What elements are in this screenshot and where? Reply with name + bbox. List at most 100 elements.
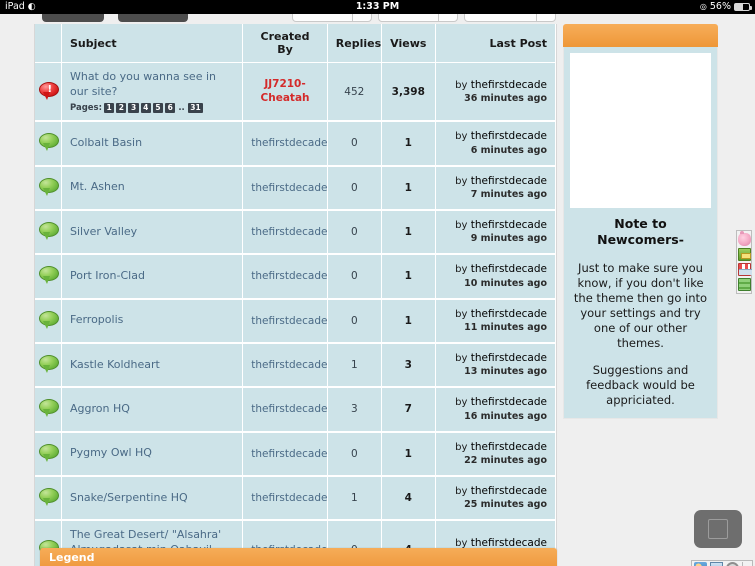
page-number-button[interactable]: 1 <box>104 102 115 114</box>
author-link[interactable]: JJ7210-Cheatah <box>251 78 319 105</box>
cash-stack-icon[interactable] <box>737 278 751 291</box>
green-topic-bubble-icon <box>39 399 59 418</box>
money-card-icon[interactable] <box>737 248 751 261</box>
last-post-author-link[interactable]: thefirstdecade <box>471 263 547 275</box>
topic-title-link[interactable]: Mt. Ashen <box>70 180 234 195</box>
last-post-timestamp: 10 minutes ago <box>464 277 547 289</box>
row-views-cell: 3,398 <box>381 62 436 123</box>
topic-title-link[interactable]: Kastle Koldheart <box>70 358 234 373</box>
row-status-cell: ! <box>35 62 62 123</box>
last-post-author-link[interactable]: thefirstdecade <box>471 352 547 364</box>
last-post-author-link[interactable]: thefirstdecade <box>471 308 547 320</box>
topic-title-link[interactable]: Colbalt Basin <box>70 136 234 151</box>
table-row[interactable]: Colbalt Basin thefirstdecade 0 1 by thefirst… <box>35 121 557 167</box>
screen-share-icon[interactable] <box>710 562 723 566</box>
author-link[interactable]: thefirstdecade <box>251 226 327 238</box>
author-link[interactable]: thefirstdecade <box>251 448 327 460</box>
piggy-bank-icon[interactable] <box>737 231 751 246</box>
page-number-button[interactable]: 5 <box>152 102 164 114</box>
table-row[interactable]: Pygmy Owl HQ thefirstdecade 0 1 by thefirstd… <box>35 431 557 477</box>
topic-rows: ! What do you wanna see in our site? Pages… <box>35 62 557 566</box>
row-status-cell <box>35 298 62 344</box>
last-post-author-link[interactable]: thefirstdecade <box>471 130 547 142</box>
page-number-button[interactable]: 3 <box>128 102 139 114</box>
column-header-replies[interactable]: Replies <box>327 24 382 63</box>
page-number-button[interactable]: 4 <box>140 102 151 114</box>
author-link[interactable]: thefirstdecade <box>251 182 327 194</box>
gear-icon[interactable] <box>726 562 739 566</box>
table-row[interactable]: Ferropolis thefirstdecade 0 1 by thefirstdec… <box>35 298 557 344</box>
page-number-button[interactable]: 2 <box>116 102 127 114</box>
table-row[interactable]: Silver Valley thefirstdecade 0 1 by thefirst… <box>35 209 557 256</box>
cropped-dropdown-1[interactable] <box>292 14 372 22</box>
row-replies-cell: 0 <box>327 165 382 211</box>
green-topic-bubble-icon <box>39 310 59 329</box>
last-post-author-link[interactable]: thefirstdecade <box>471 79 547 91</box>
column-header-views[interactable]: Views <box>381 24 436 63</box>
row-replies-cell: 3 <box>327 387 382 433</box>
column-header-subject[interactable]: Subject <box>61 24 244 63</box>
page-number-button[interactable]: 6 <box>165 102 176 114</box>
row-views-cell: 4 <box>381 475 436 522</box>
table-row[interactable]: Mt. Ashen thefirstdecade 0 1 by thefirstdeca… <box>35 165 557 211</box>
topic-pagination: Pages: 1 2 3 4 5 6.. 31 <box>70 102 234 114</box>
table-row[interactable]: Snake/Serpentine HQ thefirstdecade 1 4 by th… <box>35 475 557 522</box>
cropped-dark-button-2[interactable] <box>118 14 188 22</box>
last-post-by-prefix: by <box>455 175 468 187</box>
row-status-cell <box>35 431 62 477</box>
shop-front-icon[interactable] <box>737 263 752 276</box>
row-views-cell: 1 <box>381 431 436 477</box>
legend-bar[interactable]: Legend <box>40 548 557 566</box>
browser-viewport: Subject Created By Replies Views Last Po… <box>0 14 755 566</box>
stop-recording-button[interactable] <box>694 510 742 548</box>
author-link[interactable]: thefirstdecade <box>251 137 327 149</box>
row-status-cell <box>35 165 62 211</box>
topic-title-link[interactable]: What do you wanna see in our site? <box>70 70 234 100</box>
row-created-by-cell: thefirstdecade <box>242 298 328 344</box>
column-header-last-post[interactable]: Last Post <box>435 24 557 63</box>
author-link[interactable]: thefirstdecade <box>251 270 327 282</box>
table-row[interactable]: Port Iron-Clad thefirstdecade 0 1 by thefirs… <box>35 254 557 300</box>
battery-percent: 56% <box>709 1 731 12</box>
cropped-dropdown-2[interactable] <box>378 14 458 22</box>
topic-title-link[interactable]: Aggron HQ <box>70 402 234 417</box>
green-topic-bubble-icon <box>39 133 59 152</box>
last-post-author-link[interactable]: thefirstdecade <box>471 175 547 187</box>
author-link[interactable]: thefirstdecade <box>251 492 327 504</box>
last-post-author-link[interactable]: thefirstdecade <box>471 485 547 497</box>
table-row[interactable]: Kastle Koldheart thefirstdecade 1 3 by thefi… <box>35 342 557 389</box>
row-last-post-cell: by thefirstdecade 10 minutes ago <box>435 254 557 300</box>
last-post-author-link[interactable]: thefirstdecade <box>471 441 547 453</box>
author-link[interactable]: thefirstdecade <box>251 359 327 371</box>
row-views-cell: 1 <box>381 165 436 211</box>
row-replies-cell: 0 <box>327 298 382 344</box>
author-link[interactable]: thefirstdecade <box>251 315 327 327</box>
expand-arrow-icon[interactable]: ▸ <box>742 562 750 566</box>
topic-title-link[interactable]: Pygmy Owl HQ <box>70 446 234 461</box>
sidebar-panel: Note to Newcomers- Just to make sure you… <box>563 24 718 420</box>
battery-icon <box>734 3 752 11</box>
column-header-created-by[interactable]: Created By <box>242 24 328 63</box>
author-link[interactable]: thefirstdecade <box>251 403 327 415</box>
cropped-dark-button-1[interactable] <box>42 14 104 22</box>
table-row[interactable]: ! What do you wanna see in our site? Pages… <box>35 62 557 123</box>
page-number-last-button[interactable]: 31 <box>187 102 204 114</box>
row-last-post-cell: by thefirstdecade 16 minutes ago <box>435 387 557 433</box>
cropped-dropdown-3[interactable] <box>464 14 556 22</box>
bottom-floating-toolbar[interactable]: ▸ <box>691 560 753 566</box>
row-status-cell <box>35 209 62 256</box>
row-subject-cell: Silver Valley <box>61 209 244 256</box>
topic-title-link[interactable]: Ferropolis <box>70 313 234 328</box>
table-row[interactable]: Aggron HQ thefirstdecade 3 7 by thefirstdeca… <box>35 387 557 433</box>
floating-icon-strip[interactable] <box>736 230 752 294</box>
row-subject-cell: Aggron HQ <box>61 387 244 433</box>
last-post-author-link[interactable]: thefirstdecade <box>471 396 547 408</box>
cropped-dropdown-1-divider <box>352 14 353 22</box>
sidebar-title: Note to Newcomers- <box>597 216 684 248</box>
topic-title-link[interactable]: Silver Valley <box>70 225 234 240</box>
last-post-author-link[interactable]: thefirstdecade <box>471 219 547 231</box>
topic-title-link[interactable]: Snake/Serpentine HQ <box>70 491 234 506</box>
topic-title-link[interactable]: Port Iron-Clad <box>70 269 234 284</box>
people-icon[interactable] <box>694 562 707 566</box>
last-post-timestamp: 36 minutes ago <box>464 93 547 104</box>
